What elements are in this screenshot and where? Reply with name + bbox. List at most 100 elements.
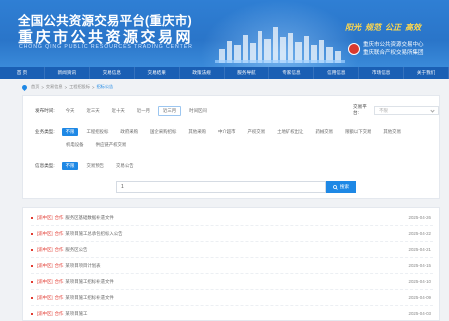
list-item-district: 合作 <box>54 230 64 236</box>
nav-item-policies[interactable]: 政策法规 <box>180 67 225 79</box>
list-item-tag: [渝中区] <box>37 278 53 284</box>
breadcrumb-separator: > <box>41 84 44 90</box>
time-option[interactable]: 近三天 <box>82 107 103 115</box>
slogan-word: 阳光 <box>345 23 361 32</box>
bullet-icon <box>31 280 33 283</box>
search-icon <box>333 184 338 190</box>
info-option[interactable]: 交易公告 <box>112 162 138 170</box>
list-item-tag: [渝中区] <box>37 214 53 220</box>
list-item-district: 合作 <box>54 246 64 252</box>
nav-item-trading-info[interactable]: 交易信息 <box>90 67 135 79</box>
org-names: 重庆市公共资源交易中心 重庆联合产权交易所集团 <box>363 41 424 57</box>
list-item-title[interactable]: 某项目项目计划表 <box>65 263 100 269</box>
type-option[interactable]: 机电设备 <box>62 141 88 149</box>
type-option[interactable]: 药械交易 <box>311 128 337 136</box>
breadcrumb-link[interactable]: 交易信息 <box>46 84 63 90</box>
bullet-icon <box>31 264 33 267</box>
list-item[interactable]: [渝中区] 合作 某项目施工 2025-04-03 <box>31 306 433 321</box>
list-item-title[interactable]: 服务区公告 <box>65 247 87 253</box>
slogan-word: 高效 <box>405 23 421 32</box>
type-option[interactable]: 中介超市 <box>214 128 240 136</box>
time-option-selected[interactable]: 近三月 <box>158 106 182 116</box>
list-item-tag: [渝中区] <box>37 230 53 236</box>
list-item[interactable]: [渝中区] 合作 某项目施工招标补遗文件 2025-04-10 <box>31 274 433 290</box>
filter-panel: 发布时间: 今天 近三天 近十天 近一月 近三月 时间区间 交易平台: 不限 业… <box>22 95 440 199</box>
search-button-label: 搜索 <box>339 184 350 189</box>
list-item[interactable]: [渝中区] 合作 服务区公告 2025-04-21 <box>31 242 433 258</box>
info-filter-row: 信息类型: 不限 交易预告 交易公告 <box>35 162 138 170</box>
list-item[interactable]: [渝中区] 合作 服务区基础数据补遗文件 2025-04-26 <box>31 210 433 226</box>
result-list: [渝中区] 合作 服务区基础数据补遗文件 2025-04-26 [渝中区] 合作… <box>22 207 440 321</box>
bullet-icon <box>31 312 33 315</box>
type-option[interactable]: 土地矿权出让 <box>273 128 307 136</box>
list-item-tag: [渝中区] <box>37 310 53 316</box>
info-option-selected[interactable]: 不限 <box>61 162 79 170</box>
bullet-icon <box>31 248 33 251</box>
search-input[interactable]: 1 <box>116 181 326 193</box>
list-item-district: 合作 <box>54 262 64 268</box>
list-item-date: 2025-04-03 <box>408 311 431 316</box>
breadcrumb-current: 招标公告 <box>96 84 114 89</box>
nav-item-news[interactable]: 新闻资讯 <box>45 67 90 79</box>
slogan-word: 规范 <box>365 23 381 32</box>
time-option[interactable]: 时间区间 <box>185 107 211 115</box>
nav-item-about[interactable]: 关于我们 <box>404 67 449 79</box>
bullet-icon <box>31 296 33 299</box>
list-item-title[interactable]: 某项目施工 <box>65 311 87 317</box>
breadcrumb-link[interactable]: 工程招投标 <box>69 84 90 90</box>
type-option[interactable]: 国企采购招标 <box>146 128 180 136</box>
breadcrumb-separator: > <box>92 84 95 90</box>
breadcrumb-separator: > <box>64 84 68 90</box>
list-item[interactable]: [渝中区] 合作 某项目施工总承包招标入公告 2025-04-22 <box>31 226 433 242</box>
list-item-title[interactable]: 某项目施工招标补遗文件 <box>65 295 113 301</box>
list-item-district: 合作 <box>54 294 64 300</box>
list-item-date: 2025-04-15 <box>408 263 431 268</box>
nav-item-credit[interactable]: 信用信息 <box>314 67 360 79</box>
platform-select[interactable]: 不限 <box>374 105 439 115</box>
list-item[interactable]: [渝中区] 合作 某项目项目计划表 2025-04-15 <box>31 258 433 274</box>
list-item[interactable]: [渝中区] 合作 某项目施工招标补遗文件 2025-04-09 <box>31 290 433 306</box>
type-option[interactable]: 工程招投标 <box>82 128 112 136</box>
list-item-title[interactable]: 某项目施工招标补遗文件 <box>65 279 113 285</box>
time-option[interactable]: 近十天 <box>108 107 129 115</box>
platform-filter: 交易平台: 不限 <box>353 104 439 116</box>
location-pin-icon <box>20 83 29 91</box>
main-nav: 首 页 新闻资讯 交易信息 交易结果 政策法规 服务导航 专家信息 信用信息 市… <box>0 67 449 79</box>
slogan-group: 阳光 规范 公正 高效 <box>345 22 421 33</box>
type-option[interactable]: 产权交易 <box>244 128 270 136</box>
list-item-district: 合作 <box>54 310 64 316</box>
list-item-tag: [渝中区] <box>37 262 53 268</box>
type-option[interactable]: 政府采购 <box>116 128 142 136</box>
type-filter-row-2: 机电设备 供应链产权交易 <box>62 141 130 149</box>
info-option[interactable]: 交易预告 <box>82 162 108 170</box>
org-name-line: 重庆联合产权交易所集团 <box>363 50 424 56</box>
list-item-date: 2025-04-26 <box>408 215 431 220</box>
type-option[interactable]: 供应链产权交易 <box>92 141 131 149</box>
type-option-selected[interactable]: 不限 <box>61 128 79 136</box>
nav-item-market[interactable]: 市场信息 <box>359 67 405 79</box>
list-item-tag: [渝中区] <box>37 294 53 300</box>
time-option[interactable]: 近一月 <box>133 107 154 115</box>
site-header: 全国公共资源交易平台(重庆市) 重庆市公共资源交易网 CHONG QING PU… <box>0 0 449 67</box>
org-logo-icon <box>348 43 360 55</box>
type-option[interactable]: 其他交易 <box>379 128 405 136</box>
search-button[interactable]: 搜索 <box>326 181 356 193</box>
bullet-icon <box>31 216 33 219</box>
chevron-down-icon <box>430 107 435 113</box>
time-option[interactable]: 今天 <box>62 107 79 115</box>
city-skyline-image <box>215 27 345 63</box>
list-item-title[interactable]: 某项目施工总承包招标入公告 <box>65 231 122 237</box>
nav-item-home[interactable]: 首 页 <box>0 67 45 79</box>
breadcrumb: 首页 > 交易信息 > 工程招投标 > 招标公告 <box>20 83 114 91</box>
list-item-title[interactable]: 服务区基础数据补遗文件 <box>65 215 113 221</box>
type-option[interactable]: 其他采购 <box>184 128 210 136</box>
type-option[interactable]: 限额以下交易 <box>341 128 375 136</box>
type-filter-label: 业务类型: <box>35 129 55 134</box>
info-filter-label: 信息类型: <box>35 163 55 168</box>
nav-item-experts[interactable]: 专家信息 <box>269 67 315 79</box>
slogan-word: 公正 <box>385 23 401 32</box>
nav-item-trading-results[interactable]: 交易结果 <box>135 67 180 79</box>
nav-item-service-guide[interactable]: 服务导航 <box>225 67 270 79</box>
breadcrumb-link[interactable]: 首页 <box>31 84 39 90</box>
list-item-district: 合作 <box>54 214 64 220</box>
